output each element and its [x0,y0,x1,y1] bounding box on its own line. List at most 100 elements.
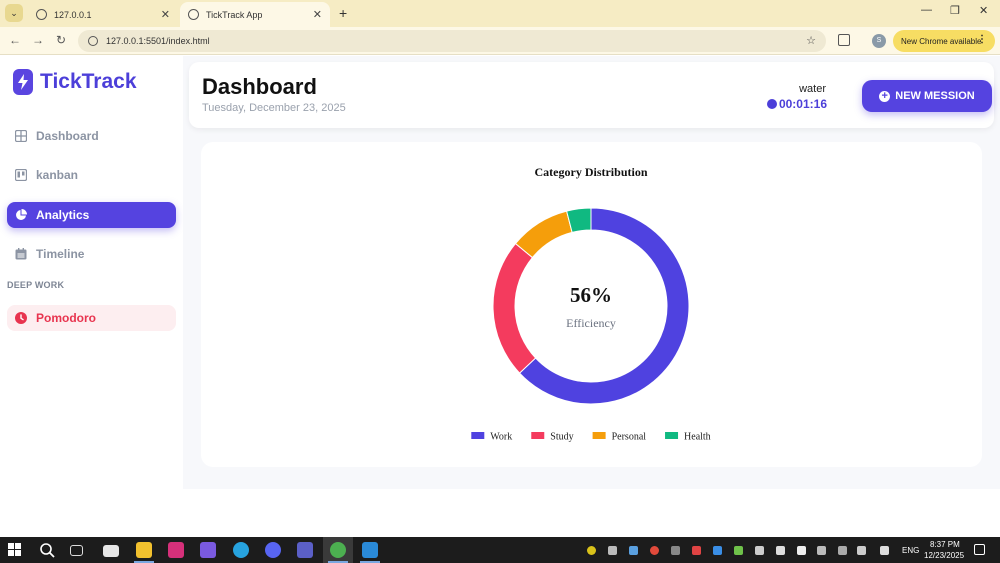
slice-study[interactable] [492,242,537,374]
sidebar-item-analytics[interactable]: Analytics [7,202,176,228]
extensions-icon[interactable] [838,34,850,46]
site-info-icon[interactable] [88,36,98,46]
search-icon[interactable] [39,542,55,558]
tray-app-icon[interactable] [692,546,701,555]
tray-app-icon[interactable] [776,546,785,555]
globe-icon [36,9,47,20]
sidebar-item-pomodoro[interactable]: Pomodoro [7,305,176,331]
chrome-icon[interactable] [330,542,346,558]
windows-start-icon[interactable] [8,543,22,557]
tab-search-button[interactable]: ⌄ [5,4,23,22]
windows-taskbar: ENG 8:37 PM 12/23/2025 [0,537,1000,563]
sidebar-item-label: Timeline [36,247,85,261]
security-icon[interactable] [817,546,826,555]
legend-swatch-personal[interactable] [592,432,606,439]
active-task-name: water [799,83,826,95]
app-viewport: TickTrack Dashboard kanban Analytics Tim… [0,56,1000,537]
sidebar-item-timeline[interactable]: Timeline [7,241,176,267]
new-tab-button[interactable]: + [339,5,347,21]
bookmark-star-icon[interactable]: ☆ [806,34,816,47]
minimize-icon[interactable]: — [921,4,932,16]
vscode-icon[interactable] [362,542,378,558]
telegram-icon[interactable] [233,542,249,558]
page-bottom [0,489,1000,537]
language-indicator[interactable]: ENG [902,546,919,555]
tray-app-icon[interactable] [671,546,680,555]
legend-label-health[interactable]: Health [684,432,711,443]
battery-icon[interactable] [797,546,806,555]
browser-tab-active[interactable]: TickTrack App ✕ [180,2,330,27]
legend-label-study[interactable]: Study [550,432,573,443]
new-mission-label: NEW MESSION [895,90,975,102]
section-label-deep-work: DEEP WORK [7,280,65,290]
timer-value: 00:01:16 [778,97,827,111]
camera-icon[interactable] [103,545,119,557]
globe-icon [188,9,199,20]
update-label: New Chrome available [901,36,982,46]
tab-title: TickTrack App [206,9,263,20]
wifi-icon[interactable] [838,546,847,555]
profile-avatar[interactable]: S [872,34,886,48]
kanban-icon [15,169,27,181]
sidebar-item-label: Pomodoro [36,311,96,325]
maximize-icon[interactable]: ❐ [950,4,960,17]
volume-icon[interactable] [857,546,866,555]
teams-icon[interactable] [297,542,313,558]
brand-name: TickTrack [40,70,137,93]
clock-time[interactable]: 8:37 PM [930,540,960,549]
notifications-icon[interactable] [974,544,985,555]
tab-title: 127.0.0.1 [54,9,92,20]
sidebar: TickTrack Dashboard kanban Analytics Tim… [0,56,183,537]
legend-label-personal[interactable]: Personal [612,432,647,443]
tray-app-icon[interactable] [734,546,743,555]
active-timer: 00:01:16 [766,97,827,111]
file-explorer-icon[interactable] [136,542,152,558]
close-icon[interactable]: ✕ [313,8,322,21]
forward-arrow-icon[interactable]: → [32,33,44,47]
browser-tabstrip: ⌄ 127.0.0.1 ✕ TickTrack App ✕ + — ❐ ✕ [0,0,1000,27]
menu-dots-icon[interactable]: ⋮ [977,34,987,45]
tray-app-icon[interactable] [755,546,764,555]
chart-title: Category Distribution [535,165,648,179]
task-view-icon[interactable] [70,545,83,556]
dashboard-header: Dashboard Tuesday, December 23, 2025 wat… [189,62,994,128]
slice-personal[interactable] [514,210,573,259]
legend-label-work[interactable]: Work [490,432,512,443]
sidebar-item-kanban[interactable]: kanban [7,162,176,188]
efficiency-value: 56% [570,283,612,307]
back-arrow-icon[interactable]: ← [9,33,21,47]
sidebar-item-label: kanban [36,168,79,182]
current-date: Tuesday, December 23, 2025 [202,102,346,114]
clock-icon [766,99,777,109]
tray-app-icon[interactable] [608,546,617,555]
browser-toolbar: ← → ↻ 127.0.0.1:5501/index.html ☆ S New … [0,27,1000,55]
browser-tab-inactive[interactable]: 127.0.0.1 ✕ [28,2,178,27]
grid-icon [15,130,27,142]
app-logo[interactable]: TickTrack [13,69,137,95]
address-bar[interactable]: 127.0.0.1:5501/index.html ☆ [78,30,826,52]
doughnut-chart: Category Distribution 56% Efficiency Wor… [471,165,711,443]
pie-chart-icon [16,209,27,220]
clock-date[interactable]: 12/23/2025 [924,551,964,560]
legend-swatch-health[interactable] [665,432,679,439]
main-content: Dashboard Tuesday, December 23, 2025 wat… [183,56,1000,489]
bluetooth-icon[interactable] [713,546,722,555]
category-distribution-card: Category Distribution 56% Efficiency Wor… [201,142,982,467]
discord-icon[interactable] [265,542,281,558]
legend-swatch-study[interactable] [531,432,545,439]
chrome-update-button[interactable]: New Chrome available ⋮ [893,30,995,52]
tray-app-icon[interactable] [587,546,596,555]
new-mission-button[interactable]: + NEW MESSION [862,80,992,112]
tray-chrome-icon[interactable] [650,546,659,555]
lightning-icon [13,69,33,95]
instagram-icon[interactable] [168,542,184,558]
plus-circle-icon: + [879,90,891,102]
visual-studio-icon[interactable] [200,542,216,558]
tray-app-icon[interactable] [629,546,638,555]
sidebar-item-dashboard[interactable]: Dashboard [7,123,176,149]
pen-icon[interactable] [880,546,889,555]
reload-icon[interactable]: ↻ [56,33,66,47]
window-close-icon[interactable]: ✕ [979,4,988,17]
close-icon[interactable]: ✕ [161,8,170,21]
legend-swatch-work[interactable] [471,432,485,439]
